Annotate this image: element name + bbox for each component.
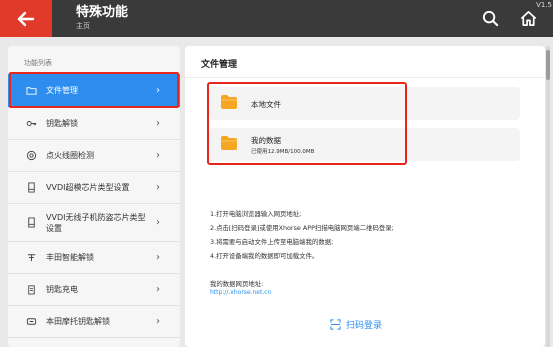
address-link[interactable]: http://.xhorse.net.cn (210, 289, 271, 296)
instruction-step-4: 4.打开设备端我的数据即可加载文件。 (210, 252, 319, 260)
file-name: 本地文件 (251, 100, 281, 109)
breadcrumb: 主页 (76, 22, 90, 30)
file-management-panel: 文件管理 本地文件 我的数据 已使用12.9MB/100.0MB 1.打开电脑浏… (185, 46, 545, 347)
top-bar: 特殊功能 主页 V1.5 (0, 0, 553, 37)
title-block: 特殊功能 主页 (76, 4, 128, 31)
arrow-left-icon (17, 11, 35, 26)
function-list: 功能列表 文件管理 › 钥匙解锁 › 点火线圈检测 › VVDI超模芯片类型设置… (8, 46, 180, 347)
chevron-right-icon: › (156, 118, 160, 129)
chip-icon (24, 216, 38, 230)
instruction-step-3: 3.将需要与启动文件上传至电脑端我的数据; (210, 238, 334, 246)
page-title: 特殊功能 (76, 5, 129, 20)
sidebar-item-label: 钥匙充电 (46, 285, 78, 294)
sidebar-item-ignition-coil[interactable]: 点火线圈检测 › (8, 140, 180, 172)
chevron-right-icon: › (156, 150, 160, 161)
chevron-right-icon: › (156, 316, 160, 327)
key-icon (24, 117, 38, 131)
instruction-step-1: 1.打开电脑浏览器输入网页地址; (210, 210, 302, 218)
sidebar-item-toyota-smart-unlock[interactable]: 丰田智能解锁 › (8, 242, 180, 274)
scan-login-label: 扫码登录 (346, 321, 383, 331)
coil-icon (24, 149, 38, 163)
divider (185, 77, 545, 78)
chevron-right-icon: › (156, 284, 160, 295)
chip-icon (24, 181, 38, 195)
sidebar-item-vvdi-super-chip[interactable]: VVDI超模芯片类型设置 › (8, 172, 180, 204)
scan-login-button[interactable]: 扫码登录 (330, 318, 382, 331)
sidebar-item-file-management[interactable]: 文件管理 › (8, 74, 180, 108)
chevron-right-icon: › (156, 85, 160, 96)
panel-title: 文件管理 (201, 60, 238, 70)
scan-icon (330, 319, 341, 330)
back-button[interactable] (0, 0, 52, 37)
sidebar-item-honda-moto-unlock[interactable]: 本田摩托钥匙解锁 › (8, 306, 180, 338)
scrollbar-thumb[interactable] (546, 50, 550, 80)
sidebar-item-label: 丰田智能解锁 (46, 253, 94, 262)
file-item-my-data[interactable]: 我的数据 已使用12.9MB/100.0MB (209, 128, 520, 161)
sidebar-item-label: VVDI超模芯片类型设置 (46, 183, 130, 192)
sidebar-item-vvdi-remote-chip[interactable]: VVDI无线子机防盗芯片类型设置 › (8, 204, 180, 242)
home-icon[interactable] (519, 9, 538, 28)
chevron-right-icon: › (156, 252, 160, 263)
chevron-right-icon: › (156, 217, 160, 228)
sidebar-item-key-charging[interactable]: 钥匙充电 › (8, 274, 180, 306)
chevron-right-icon: › (156, 182, 160, 193)
instruction-step-2: 2.点击[扫码登录]或使用Xhorse APP扫描电脑网页端二维码登录; (210, 224, 394, 232)
sidebar-item-key-unlock[interactable]: 钥匙解锁 › (8, 108, 180, 140)
sidebar-item-label: 钥匙解锁 (46, 119, 78, 128)
version-label: V1.5 (536, 1, 552, 9)
folder-icon (221, 95, 237, 109)
search-icon[interactable] (481, 9, 500, 28)
file-item-local[interactable]: 本地文件 (209, 87, 520, 120)
battery-icon (24, 283, 38, 297)
sidebar-item-label: 本田摩托钥匙解锁 (46, 317, 110, 326)
sidebar-item-label: 点火线圈检测 (46, 151, 94, 160)
motorcycle-key-icon (24, 315, 38, 329)
file-name: 我的数据 (251, 136, 281, 145)
function-list-heading: 功能列表 (24, 59, 52, 67)
address-label: 我的数据网页地址: (210, 280, 264, 288)
sidebar-item-label: 文件管理 (46, 86, 78, 95)
toyota-icon (24, 251, 38, 265)
sidebar-item-label: VVDI无线子机防盗芯片类型设置 (46, 212, 146, 233)
folder-outline-icon (24, 84, 38, 98)
scrollbar[interactable] (546, 46, 550, 347)
folder-icon (221, 136, 237, 150)
storage-usage: 已使用12.9MB/100.0MB (251, 149, 315, 155)
